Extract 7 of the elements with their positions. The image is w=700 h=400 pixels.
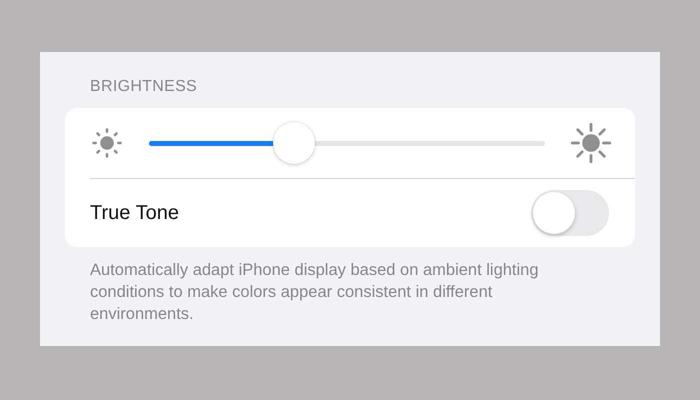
section-header: BRIGHTNESS — [89, 78, 198, 97]
true-tone-toggle[interactable] — [531, 190, 609, 236]
slider-thumb[interactable] — [272, 122, 315, 164]
brightness-slider[interactable] — [149, 122, 545, 164]
sun-large-icon — [571, 123, 611, 163]
footer-text: Automatically adapt iPhone display based on ambient lighting conditions to make colors appear consistent in different environments. — [89, 260, 540, 325]
true-tone-label: True Tone — [90, 202, 179, 224]
